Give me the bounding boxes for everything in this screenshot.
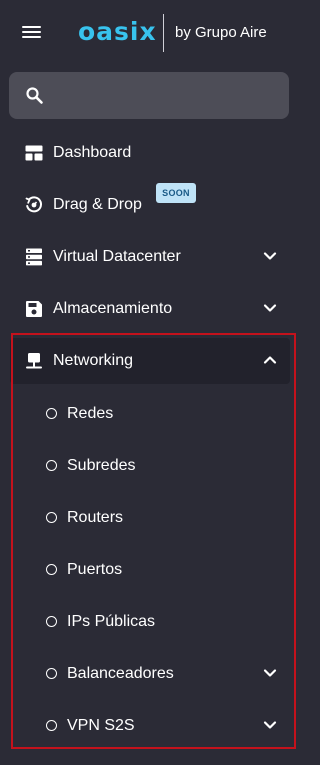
server-icon — [26, 248, 42, 266]
sidebar-item-label: Networking — [53, 352, 134, 369]
soon-badge: SOON — [156, 183, 196, 203]
chevron-down-icon[interactable] — [263, 251, 277, 261]
chevron-down-icon[interactable] — [263, 720, 277, 730]
sidebar-item-networking[interactable]: Networking — [10, 338, 290, 384]
app-header: oasix by Grupo Aire — [0, 0, 300, 64]
submenu-item-label: Routers — [67, 509, 124, 526]
brand-subtitle: by Grupo Aire — [175, 24, 267, 41]
sidebar-item-virtual-datacenter[interactable]: Virtual Datacenter — [10, 234, 290, 280]
circle-bullet-icon — [46, 668, 57, 679]
submenu-item-label: Redes — [67, 405, 114, 422]
submenu-item-label: IPs Públicas — [67, 613, 156, 630]
sidebar-item-label: Almacenamiento — [53, 300, 173, 317]
search-input[interactable] — [57, 82, 277, 108]
circle-bullet-icon — [46, 408, 57, 419]
dashboard-icon — [25, 145, 43, 161]
submenu-item-puertos[interactable]: Puertos — [10, 550, 290, 590]
search-icon — [26, 87, 43, 104]
submenu-item-label: VPN S2S — [67, 717, 135, 734]
sidebar-item-drag-drop[interactable]: Drag & Drop — [10, 182, 290, 228]
circle-bullet-icon — [46, 460, 57, 471]
networking-icon — [26, 353, 42, 369]
circle-bullet-icon — [46, 720, 57, 731]
circle-bullet-icon — [46, 512, 57, 523]
search-box[interactable] — [9, 72, 289, 119]
circle-bullet-icon — [46, 616, 57, 627]
sidebar-item-label: Dashboard — [53, 144, 132, 161]
submenu-item-label: Puertos — [67, 561, 123, 578]
submenu-item-subredes[interactable]: Subredes — [10, 446, 290, 486]
drag-drop-icon — [25, 196, 42, 213]
submenu-item-label: Balanceadores — [67, 665, 174, 682]
submenu-item-redes[interactable]: Redes — [10, 394, 290, 434]
circle-bullet-icon — [46, 564, 57, 575]
submenu-item-label: Subredes — [67, 457, 136, 474]
submenu-item-routers[interactable]: Routers — [10, 498, 290, 538]
brand-logo: oasix — [78, 17, 157, 46]
submenu-item-balanceadores[interactable]: Balanceadores — [10, 654, 290, 694]
sidebar-item-label: Virtual Datacenter — [53, 248, 181, 265]
chevron-down-icon[interactable] — [263, 668, 277, 678]
sidebar-item-label: Drag & Drop — [53, 196, 142, 213]
chevron-up-icon[interactable] — [263, 355, 277, 365]
sidebar-item-dashboard[interactable]: Dashboard — [10, 130, 290, 176]
save-disk-icon — [26, 301, 42, 317]
submenu-item-ips-publicas[interactable]: IPs Públicas — [10, 602, 290, 642]
chevron-down-icon[interactable] — [263, 303, 277, 313]
hamburger-menu-icon[interactable] — [22, 24, 42, 40]
submenu-item-vpn-s2s[interactable]: VPN S2S — [10, 706, 290, 746]
logo-divider — [163, 14, 164, 52]
sidebar-item-almacenamiento[interactable]: Almacenamiento — [10, 286, 290, 332]
